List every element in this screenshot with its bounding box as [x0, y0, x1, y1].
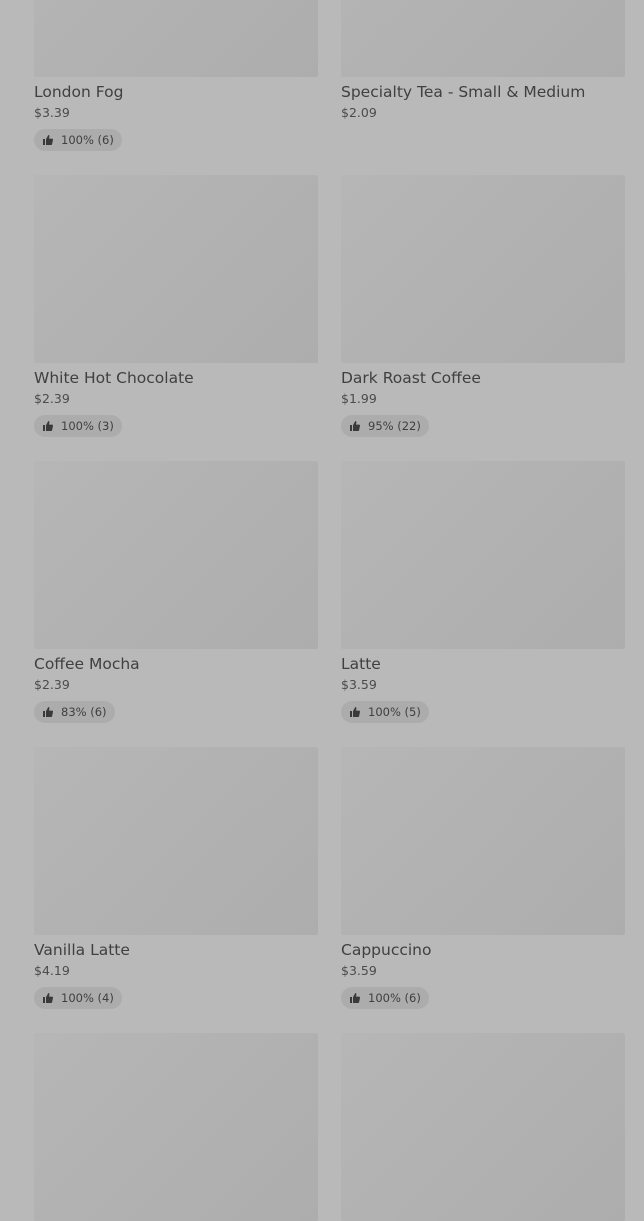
- rating-text: 100% (6): [368, 991, 421, 1005]
- rating-badge: 100% (6): [34, 129, 122, 151]
- menu-item-card[interactable]: Coffee Mocha $2.39 83% (6): [34, 461, 318, 723]
- item-name: Coffee Mocha: [34, 655, 140, 673]
- thumbs-up-icon: [349, 992, 361, 1004]
- menu-item-card[interactable]: Dark Roast Coffee $1.99 95% (22): [341, 175, 625, 437]
- item-price: $3.59: [341, 677, 377, 692]
- item-price: $3.59: [341, 963, 377, 978]
- item-name: London Fog: [34, 83, 124, 101]
- rating-text: 100% (5): [368, 705, 421, 719]
- item-price: $3.39: [34, 105, 70, 120]
- item-image[interactable]: [341, 461, 625, 649]
- thumbs-up-icon: [42, 134, 54, 146]
- item-image[interactable]: [341, 0, 625, 77]
- rating-text: 95% (22): [368, 419, 421, 433]
- item-price: $2.09: [341, 105, 377, 120]
- thumbs-up-icon: [42, 706, 54, 718]
- menu-item-card[interactable]: White Hot Chocolate $2.39 100% (3): [34, 175, 318, 437]
- thumbs-up-icon: [349, 706, 361, 718]
- rating-badge: 100% (5): [341, 701, 429, 723]
- menu-item-card[interactable]: Vanilla Latte $4.19 100% (4): [34, 747, 318, 1009]
- item-name: Dark Roast Coffee: [341, 369, 481, 387]
- item-name: White Hot Chocolate: [34, 369, 194, 387]
- item-name: Cappuccino: [341, 941, 432, 959]
- menu-item-card[interactable]: Cappuccino $3.59 100% (6): [341, 747, 625, 1009]
- menu-item-card[interactable]: Latte $3.59 100% (5): [341, 461, 625, 723]
- item-image[interactable]: [34, 747, 318, 935]
- item-image[interactable]: [341, 1033, 625, 1221]
- item-price: $2.39: [34, 677, 70, 692]
- thumbs-up-icon: [42, 420, 54, 432]
- item-image[interactable]: [34, 1033, 318, 1221]
- item-image[interactable]: [34, 461, 318, 649]
- menu-item-card[interactable]: [341, 1033, 625, 1221]
- item-name: Latte: [341, 655, 381, 673]
- rating-text: 100% (3): [61, 419, 114, 433]
- menu-item-card[interactable]: Specialty Tea - Small & Medium $2.09: [341, 0, 625, 121]
- menu-item-grid: London Fog $3.39 100% (6) Specialty Tea …: [0, 0, 644, 1221]
- item-image[interactable]: [34, 175, 318, 363]
- rating-text: 100% (6): [61, 133, 114, 147]
- rating-badge: 100% (4): [34, 987, 122, 1009]
- item-image[interactable]: [34, 0, 318, 77]
- rating-badge: 100% (3): [34, 415, 122, 437]
- rating-badge: 95% (22): [341, 415, 429, 437]
- rating-text: 100% (4): [61, 991, 114, 1005]
- thumbs-up-icon: [42, 992, 54, 1004]
- rating-text: 83% (6): [61, 705, 107, 719]
- item-price: $4.19: [34, 963, 70, 978]
- item-image[interactable]: [341, 175, 625, 363]
- item-price: $1.99: [341, 391, 377, 406]
- rating-badge: 100% (6): [341, 987, 429, 1009]
- item-name: Vanilla Latte: [34, 941, 130, 959]
- item-image[interactable]: [341, 747, 625, 935]
- menu-item-card[interactable]: [34, 1033, 318, 1221]
- thumbs-up-icon: [349, 420, 361, 432]
- menu-item-card[interactable]: London Fog $3.39 100% (6): [34, 0, 318, 151]
- rating-badge: 83% (6): [34, 701, 115, 723]
- item-name: Specialty Tea - Small & Medium: [341, 83, 586, 101]
- item-price: $2.39: [34, 391, 70, 406]
